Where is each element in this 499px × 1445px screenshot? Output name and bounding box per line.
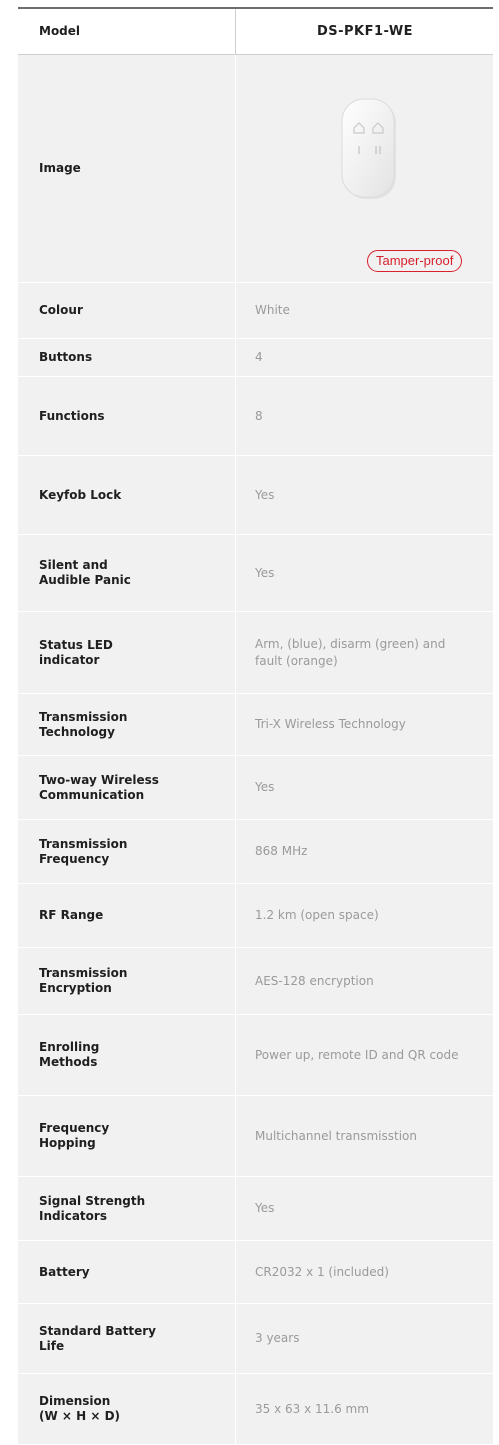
table-row: Enrolling Methods Power up, remote ID and…: [18, 1015, 493, 1096]
row-value: White: [236, 283, 493, 338]
row-label: Battery: [18, 1241, 236, 1303]
tamper-proof-badge: Tamper-proof: [367, 250, 463, 272]
row-label: Frequency Hopping: [18, 1096, 236, 1176]
row-label: Buttons: [18, 339, 236, 376]
table-header-row: Model DS-PKF1-WE: [18, 9, 493, 55]
row-value: CR2032 x 1 (included): [236, 1241, 493, 1303]
row-value: 8: [236, 377, 493, 455]
row-value: 4: [236, 339, 493, 376]
product-image-cell: Tamper-proof: [236, 55, 493, 282]
row-label: RF Range: [18, 884, 236, 947]
table-row: Two-way Wireless Communication Yes: [18, 756, 493, 820]
row-label: Transmission Technology: [18, 694, 236, 755]
row-label: Dimension (W × H × D): [18, 1374, 236, 1444]
table-row: Standard Battery Life 3 years: [18, 1304, 493, 1374]
row-value: 868 MHz: [236, 820, 493, 883]
row-value: AES-128 encryption: [236, 948, 493, 1014]
row-label: Two-way Wireless Communication: [18, 756, 236, 819]
table-row: Functions 8: [18, 377, 493, 456]
row-value: Multichannel transmisstion: [236, 1096, 493, 1176]
row-value: Tri-X Wireless Technology: [236, 694, 493, 755]
table-row: Keyfob Lock Yes: [18, 456, 493, 535]
table-row: Status LED indicator Arm, (blue), disarm …: [18, 612, 493, 694]
row-value: Yes: [236, 1177, 493, 1240]
row-label: Image: [18, 55, 236, 282]
row-label: Colour: [18, 283, 236, 338]
table-row: Frequency Hopping Multichannel transmisst…: [18, 1096, 493, 1177]
table-row: Battery CR2032 x 1 (included): [18, 1241, 493, 1304]
row-label: Standard Battery Life: [18, 1304, 236, 1373]
table-row: Colour White: [18, 283, 493, 339]
keyfob-product-image: [341, 98, 396, 199]
model-value: DS-PKF1-WE: [236, 9, 493, 54]
row-label: Enrolling Methods: [18, 1015, 236, 1095]
table-row: Transmission Technology Tri-X Wireless Te…: [18, 694, 493, 756]
row-label: Transmission Frequency: [18, 820, 236, 883]
row-label: Silent and Audible Panic: [18, 535, 236, 611]
table-row: RF Range 1.2 km (open space): [18, 884, 493, 948]
table-row: Buttons 4: [18, 339, 493, 377]
row-label: Transmission Encryption: [18, 948, 236, 1014]
table-row: Transmission Frequency 868 MHz: [18, 820, 493, 884]
header-label: Model: [18, 9, 236, 54]
row-label: Keyfob Lock: [18, 456, 236, 534]
row-label: Status LED indicator: [18, 612, 236, 693]
row-value: 3 years: [236, 1304, 493, 1373]
table-row: Signal Strength Indicators Yes: [18, 1177, 493, 1241]
row-value: Yes: [236, 756, 493, 819]
spec-table: Model DS-PKF1-WE Image Tamper-proof Colo…: [18, 7, 493, 1445]
spec-rows: Colour White Buttons 4 Functions 8 Keyfob Lock…: [18, 283, 493, 1445]
table-row: Silent and Audible Panic Yes: [18, 535, 493, 612]
row-label: Functions: [18, 377, 236, 455]
row-value: Arm, (blue), disarm (green) and fault (o…: [236, 612, 493, 693]
table-row-image: Image Tamper-proof: [18, 55, 493, 283]
row-label: Signal Strength Indicators: [18, 1177, 236, 1240]
row-value: 1.2 km (open space): [236, 884, 493, 947]
row-value: 35 x 63 x 11.6 mm: [236, 1374, 493, 1444]
row-value: Yes: [236, 535, 493, 611]
table-row: Dimension (W × H × D) 35 x 63 x 11.6 mm: [18, 1374, 493, 1445]
table-row: Transmission Encryption AES-128 encryptio…: [18, 948, 493, 1015]
row-value: Yes: [236, 456, 493, 534]
row-value: Power up, remote ID and QR code: [236, 1015, 493, 1095]
